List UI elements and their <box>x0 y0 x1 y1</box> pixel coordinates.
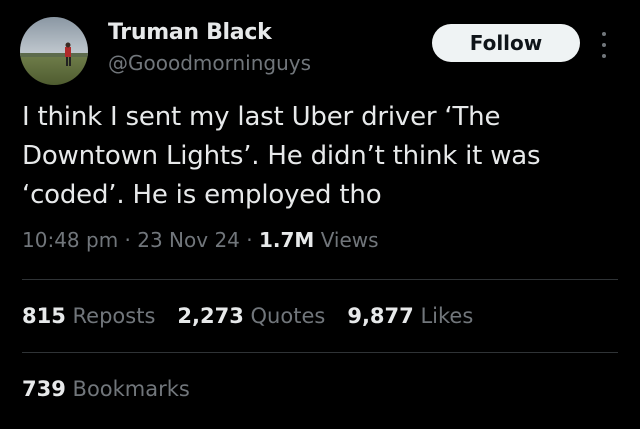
dot <box>602 32 606 36</box>
meta-separator: · <box>124 228 131 252</box>
avatar-image <box>20 17 88 85</box>
likes-count: 9,877 <box>347 304 414 328</box>
dot <box>602 43 606 47</box>
follow-button[interactable]: Follow <box>432 24 580 62</box>
tweet-text: I think I sent my last Uber driver ‘The … <box>22 102 541 210</box>
likes-label: Likes <box>420 304 474 328</box>
reposts-stat[interactable]: 815 Reposts <box>22 304 155 328</box>
reposts-count: 815 <box>22 304 66 328</box>
dot <box>602 54 606 58</box>
author-handle[interactable]: @Gooodmorninguys <box>108 51 311 75</box>
avatar[interactable] <box>20 17 88 85</box>
tweet-time[interactable]: 10:48 pm <box>22 228 118 252</box>
bookmarks-stat[interactable]: 739 Bookmarks <box>22 377 190 401</box>
more-options-icon[interactable] <box>598 32 610 58</box>
tweet-meta: 10:48 pm · 23 Nov 24 · 1.7M Views <box>22 228 379 252</box>
divider <box>22 279 618 280</box>
divider <box>22 352 618 353</box>
meta-separator: · <box>246 228 253 252</box>
bookmarks-label: Bookmarks <box>72 377 190 401</box>
reposts-label: Reposts <box>72 304 156 328</box>
bookmarks-count: 739 <box>22 377 66 401</box>
author-display-name[interactable]: Truman Black <box>108 20 272 45</box>
tweet-date[interactable]: 23 Nov 24 <box>137 228 240 252</box>
views-count: 1.7M <box>258 228 315 252</box>
likes-stat[interactable]: 9,877 Likes <box>347 304 473 328</box>
quotes-label: Quotes <box>250 304 326 328</box>
quotes-stat[interactable]: 2,273 Quotes <box>177 304 325 328</box>
quotes-count: 2,273 <box>177 304 244 328</box>
views-label: Views <box>320 228 379 252</box>
engagement-stats: 815 Reposts 2,273 Quotes 9,877 Likes <box>22 304 473 328</box>
